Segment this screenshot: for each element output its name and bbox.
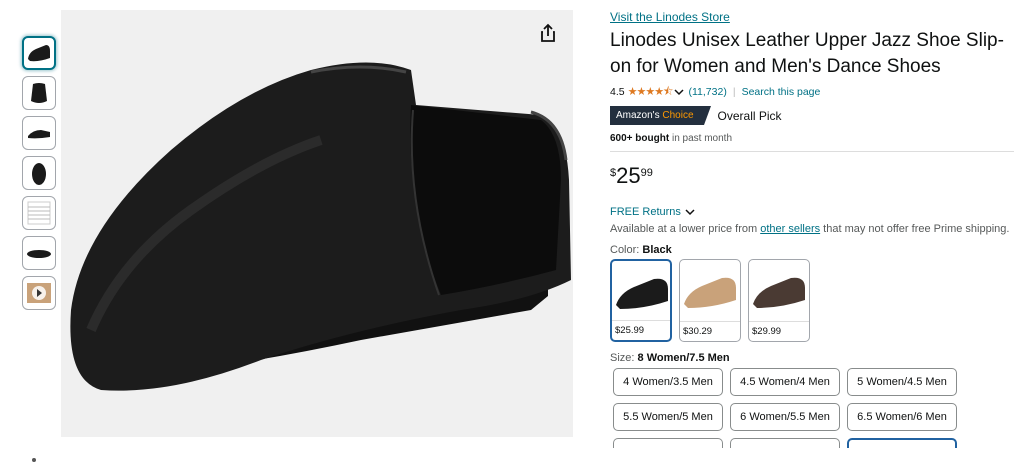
thumbnail-strip	[22, 36, 56, 316]
price-whole: 25	[616, 163, 641, 188]
size-option-partial[interactable]	[613, 438, 723, 448]
rating-row: 4.5 ★★★★⯪ (11,732) | Search this page	[610, 85, 1014, 99]
chevron-down-icon	[685, 209, 695, 216]
rating-value: 4.5	[610, 86, 625, 98]
avail-post: that may not offer free Prime shipping.	[820, 223, 1010, 235]
star-rating-icon[interactable]: ★★★★⯪	[628, 83, 674, 102]
availability-note: Available at a lower price from other se…	[610, 221, 1014, 238]
chevron-down-icon[interactable]	[674, 87, 685, 97]
color-label: Color: Black	[610, 244, 1014, 256]
shoe-back-thumb-icon	[31, 83, 47, 103]
size-label-text: Size:	[610, 352, 638, 364]
size-option-partial[interactable]	[730, 438, 840, 448]
free-returns[interactable]: FREE Returns	[610, 206, 1014, 218]
product-title: Linodes Unisex Leather Upper Jazz Shoe S…	[610, 30, 1004, 77]
size-chart-thumb-icon	[27, 201, 51, 225]
thumbnail-7[interactable]	[22, 276, 56, 310]
free-returns-label: FREE Returns	[610, 206, 681, 218]
badge-tail	[703, 106, 711, 125]
size-option[interactable]: 5 Women/4.5 Men	[847, 368, 957, 396]
thumbnail-3[interactable]	[22, 116, 56, 150]
badge-prefix: Amazon's	[616, 110, 660, 121]
shoe-bottom-thumb-icon	[27, 250, 51, 258]
carousel-dot	[32, 458, 36, 462]
video-thumb-icon	[27, 283, 51, 303]
swatch-price: $29.99	[749, 321, 809, 341]
size-option[interactable]: 6.5 Women/6 Men	[847, 403, 957, 431]
bought-count: 600+ bought in past month	[610, 133, 1014, 144]
swatch-price: $25.99	[612, 320, 670, 340]
shoe-sole-thumb-icon	[28, 130, 50, 139]
size-option[interactable]: 6 Women/5.5 Men	[730, 403, 840, 431]
swatch-price: $30.29	[680, 321, 740, 341]
thumbnail-1[interactable]	[22, 36, 56, 70]
badge-choice: Choice	[662, 110, 694, 121]
color-swatch-tan[interactable]: $30.29	[679, 259, 741, 342]
thumbnail-5[interactable]	[22, 196, 56, 230]
divider-line	[610, 151, 1014, 152]
shoe-side-thumb-icon	[28, 45, 50, 62]
shoe-black-swatch-icon	[616, 278, 668, 309]
bought-rest: in past month	[669, 133, 732, 144]
overall-pick-label: Overall Pick	[717, 108, 782, 123]
avail-pre: Available at a lower price from	[610, 223, 761, 235]
color-swatch-brown[interactable]: $29.99	[748, 259, 810, 342]
review-count-link[interactable]: (11,732)	[688, 86, 726, 98]
search-page-link[interactable]: Search this page	[742, 86, 821, 98]
divider: |	[732, 86, 736, 98]
badge-row: Amazon's Choice Overall Pick	[610, 106, 1014, 125]
size-option-selected-partial[interactable]	[847, 438, 957, 448]
amazons-choice-badge[interactable]: Amazon's Choice	[610, 106, 704, 125]
shoe-brown-swatch-icon	[753, 277, 805, 308]
product-details: Visit the Linodes Store Linodes Unisex L…	[610, 10, 1014, 448]
size-option[interactable]: 5.5 Women/5 Men	[613, 403, 723, 431]
thumbnail-6[interactable]	[22, 236, 56, 270]
price-fraction: 99	[640, 167, 653, 179]
other-sellers-link[interactable]: other sellers	[760, 223, 820, 235]
color-swatches: $25.99 $30.29 $29.99	[610, 259, 1014, 342]
color-value: Black	[642, 244, 672, 256]
shoe-front-thumb-icon	[32, 163, 46, 185]
share-icon[interactable]	[537, 22, 559, 44]
size-label: Size: 8 Women/7.5 Men	[610, 352, 1014, 364]
shoe-tan-swatch-icon	[684, 277, 736, 308]
thumbnail-2[interactable]	[22, 76, 56, 110]
size-options: 4 Women/3.5 Men 4.5 Women/4 Men 5 Women/…	[613, 368, 1014, 448]
size-value: 8 Women/7.5 Men	[637, 352, 730, 364]
jazz-shoe-image	[70, 62, 571, 391]
store-link[interactable]: Visit the Linodes Store	[610, 10, 1014, 24]
color-label-text: Color:	[610, 244, 643, 256]
color-swatch-black[interactable]: $25.99	[610, 259, 672, 342]
main-product-image[interactable]	[61, 10, 573, 437]
price: $ 25 99	[610, 164, 1014, 190]
thumbnail-4[interactable]	[22, 156, 56, 190]
size-option[interactable]: 4.5 Women/4 Men	[730, 368, 840, 396]
size-option[interactable]: 4 Women/3.5 Men	[613, 368, 723, 396]
bought-strong: 600+ bought	[610, 133, 670, 144]
